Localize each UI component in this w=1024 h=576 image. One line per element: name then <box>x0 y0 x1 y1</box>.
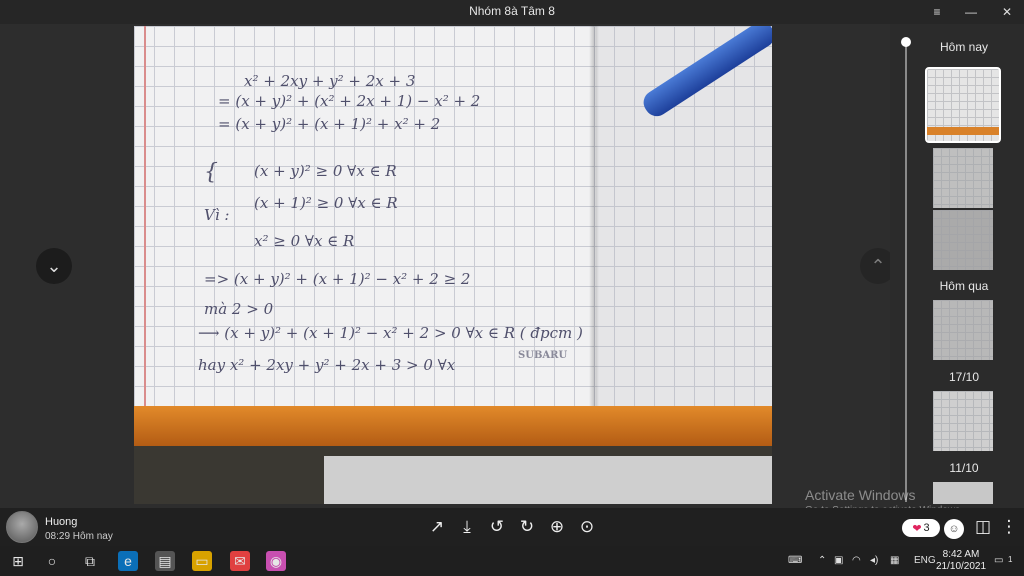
file-explorer-icon[interactable]: ▭ <box>192 551 212 571</box>
handwriting-line: Vì : <box>204 206 230 224</box>
mail-app-icon[interactable]: ✉ <box>230 551 250 571</box>
volume-icon[interactable]: ◂) <box>870 555 878 566</box>
group-label: Hôm nay <box>939 40 989 54</box>
handwriting-line: (x + y)² ≥ 0 ∀x ∈ R <box>254 162 397 180</box>
chevron-up-icon: ⌃ <box>870 255 886 276</box>
chrome-icon[interactable]: ◉ <box>266 551 286 571</box>
thumbnail[interactable] <box>933 210 993 270</box>
handwriting-line: x² + 2xy + y² + 2x + 3 <box>244 72 416 90</box>
table-surface <box>134 446 772 504</box>
zoom-in-icon[interactable]: ⊕ <box>546 516 568 538</box>
board <box>324 456 772 504</box>
notebook-edge <box>134 406 772 446</box>
group-label: 17/10 <box>948 370 980 384</box>
handwriting-line: = (x + y)² + (x² + 2x + 1) − x² + 2 <box>218 92 481 110</box>
notebook-photo[interactable]: x² + 2xy + y² + 2x + 3 = (x + y)² + (x² … <box>134 26 772 504</box>
clock-date: 21/10/2021 <box>936 561 987 572</box>
layout-icon[interactable]: ◫ <box>972 516 994 538</box>
handwriting-line: hay x² + 2xy + y² + 2x + 3 > 0 ∀x <box>198 356 456 374</box>
margin-line <box>144 26 146 406</box>
windows-start-icon[interactable]: ⊞ <box>8 551 28 571</box>
language-indicator[interactable]: ENG <box>914 555 936 566</box>
handwriting-line: x² ≥ 0 ∀x ∈ R <box>254 232 355 250</box>
menu-button[interactable]: ≡ <box>920 0 954 24</box>
handwriting-line: (x + 1)² ≥ 0 ∀x ∈ R <box>254 194 398 212</box>
thumbnail[interactable] <box>933 300 993 360</box>
info-bar: Huong 08:29 Hôm nay ↗ ⤓ ↺ ↻ ⊕ ⊙ ❤ 3 ☺ ◫ … <box>0 508 1024 546</box>
keyboard-icon[interactable]: ⌨ <box>788 555 802 566</box>
share-icon[interactable]: ↗ <box>426 516 448 538</box>
system-clock[interactable]: 8:42 AM 21/10/2021 <box>936 549 986 573</box>
chevron-down-icon: ⌄ <box>46 255 62 276</box>
close-button[interactable]: ✕ <box>990 0 1024 24</box>
thumbnail[interactable] <box>933 148 993 208</box>
rotate-right-icon[interactable]: ↻ <box>516 516 538 538</box>
timeline-handle[interactable] <box>901 37 911 47</box>
rotate-left-icon[interactable]: ↺ <box>486 516 508 538</box>
thumbnail[interactable] <box>933 391 993 451</box>
notification-badge: 1 <box>1008 555 1013 564</box>
timeline-track <box>905 42 907 502</box>
ime-icon[interactable]: ▦ <box>890 555 899 566</box>
reaction-badge[interactable]: ❤ 3 <box>902 519 940 537</box>
post-time: 08:29 Hôm nay <box>45 531 113 542</box>
zoom-fit-icon[interactable]: ⊙ <box>576 516 598 538</box>
task-view-icon[interactable]: ⧉ <box>80 551 100 571</box>
handwriting-line: => (x + y)² + (x + 1)² − x² + 2 ≥ 2 <box>204 270 471 288</box>
thumbnail-panel: Hôm nay Hôm qua 17/10 11/10 <box>890 24 1024 508</box>
page-fold <box>589 26 599 406</box>
handwriting-line: mà 2 > 0 <box>204 300 274 318</box>
notification-icon[interactable]: ▭ <box>994 555 1003 566</box>
watermark-title: Activate Windows <box>805 487 916 503</box>
title-bar: Nhóm 8à Tâm 8 ≡ — ☐ ✕ <box>0 0 1024 24</box>
brand-label: SUBARU <box>518 350 568 361</box>
thumbnail-selected[interactable] <box>925 67 1001 143</box>
heart-icon: ❤ <box>912 522 922 535</box>
search-icon[interactable]: ○ <box>42 551 62 571</box>
clock-time: 8:42 AM <box>942 549 980 560</box>
brace: { <box>204 160 218 185</box>
handwriting-line: ⟶ (x + y)² + (x + 1)² − x² + 2 > 0 ∀x ∈ … <box>198 324 583 342</box>
window-title: Nhóm 8à Tâm 8 <box>469 4 555 18</box>
minimize-button[interactable]: — <box>954 0 988 24</box>
edge-browser-icon[interactable]: e <box>118 551 138 571</box>
store-icon[interactable]: ▤ <box>155 551 175 571</box>
add-reaction-icon[interactable]: ☺ <box>944 519 964 539</box>
avatar[interactable] <box>6 511 38 543</box>
taskbar: ⊞ ○ ⧉ e ▤ ▭ ✉ ◉ ⌨ ⌃ ▣ ◠ ◂) ▦ ENG 8:42 AM… <box>0 546 1024 576</box>
reaction-count: 3 <box>923 522 930 534</box>
group-label: Hôm qua <box>939 279 989 293</box>
more-icon[interactable]: ⋮ <box>998 516 1020 538</box>
image-viewer: x² + 2xy + y² + 2x + 3 = (x + y)² + (x² … <box>0 24 896 508</box>
user-name: Huong <box>45 516 78 528</box>
wifi-icon[interactable]: ◠ <box>852 555 861 566</box>
group-label: 11/10 <box>949 461 979 475</box>
previous-button[interactable]: ⌄ <box>36 248 72 284</box>
chevron-up-icon[interactable]: ⌃ <box>818 555 826 566</box>
handwriting-line: = (x + y)² + (x + 1)² + x² + 2 <box>218 115 441 133</box>
download-icon[interactable]: ⤓ <box>456 516 478 538</box>
camera-icon[interactable]: ▣ <box>834 555 843 566</box>
